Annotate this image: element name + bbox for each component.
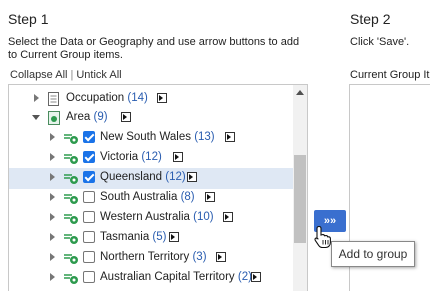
- document-icon: [48, 92, 59, 109]
- checkbox[interactable]: [83, 231, 95, 243]
- expand-arrow-icon[interactable]: [50, 153, 55, 161]
- area-label: Area: [66, 111, 91, 123]
- region-icon: [63, 131, 79, 148]
- tree-node-label: Occupation (14): [66, 92, 148, 104]
- item-count: (5): [152, 231, 167, 243]
- item-name: Queensland: [100, 171, 163, 183]
- checkbox[interactable]: [83, 131, 95, 143]
- occupation-label: Occupation: [66, 92, 125, 104]
- tree-item-label: Australian Capital Territory (2): [100, 271, 252, 283]
- step1-title: Step 1: [8, 11, 49, 27]
- occupation-count: (14): [127, 92, 148, 104]
- collapse-all-link[interactable]: Collapse All: [10, 69, 67, 81]
- item-count: (8): [180, 191, 195, 203]
- tree-item-label: Victoria (12): [100, 151, 162, 163]
- region-icon: [63, 251, 79, 268]
- tree-node-area[interactable]: Area (9): [9, 108, 293, 129]
- item-name: New South Wales: [100, 131, 191, 143]
- geography-icon: [48, 111, 60, 128]
- tree-item-label: South Australia (8): [100, 191, 195, 203]
- add-arrow-icon[interactable]: [216, 252, 226, 262]
- tree-item-label: Queensland (12): [100, 171, 186, 183]
- item-name: Northern Territory: [100, 251, 190, 263]
- link-separator: |: [70, 69, 74, 81]
- tree-item-victoria[interactable]: Victoria (12): [9, 148, 293, 169]
- tree-item-tasmania[interactable]: Tasmania (5): [9, 228, 293, 249]
- untick-all-link[interactable]: Untick All: [76, 69, 121, 81]
- expand-arrow-icon[interactable]: [50, 273, 55, 281]
- item-name: South Australia: [100, 191, 178, 203]
- item-name: Western Australia: [100, 211, 190, 223]
- checkbox[interactable]: [83, 271, 95, 283]
- add-to-group-tooltip: Add to group: [331, 241, 415, 267]
- expand-arrow-icon[interactable]: [50, 233, 55, 241]
- step1-instructions-line2: to Current Group items.: [8, 49, 123, 61]
- item-count: (12): [141, 151, 162, 163]
- add-arrow-icon[interactable]: [205, 192, 215, 202]
- add-arrow-icon[interactable]: [187, 172, 197, 182]
- expand-arrow-icon[interactable]: [50, 133, 55, 141]
- add-arrow-icon[interactable]: [173, 152, 183, 162]
- expand-arrow-icon[interactable]: [34, 94, 39, 102]
- region-icon: [63, 211, 79, 228]
- item-count: (13): [194, 131, 215, 143]
- add-arrow-icon[interactable]: [251, 272, 261, 282]
- item-count: (10): [193, 211, 214, 223]
- add-arrow-icon[interactable]: [157, 93, 167, 103]
- expand-arrow-icon[interactable]: [50, 213, 55, 221]
- item-count: (3): [192, 251, 207, 263]
- checkbox[interactable]: [83, 251, 95, 263]
- tree-toolbar: Collapse All | Untick All: [10, 69, 122, 81]
- hand-cursor-icon: [313, 225, 333, 249]
- region-icon: [63, 171, 79, 188]
- step1-instructions: Select the Data or Geography and use arr…: [8, 36, 299, 62]
- tree-item-south-australia[interactable]: South Australia (8): [9, 188, 293, 209]
- step2-instructions: Click 'Save'.: [350, 36, 410, 48]
- scrollbar-thumb[interactable]: [294, 155, 306, 243]
- data-tree-panel: Occupation (14) Area (9) New South Wales…: [8, 84, 308, 291]
- item-count: (12): [165, 171, 186, 183]
- area-count: (9): [93, 111, 108, 123]
- scroll-up-icon[interactable]: [296, 90, 304, 95]
- item-count: (2): [237, 271, 252, 283]
- checkbox[interactable]: [83, 171, 95, 183]
- checkbox[interactable]: [83, 211, 95, 223]
- tree-item-australian-capital-territory[interactable]: Australian Capital Territory (2): [9, 268, 293, 289]
- add-arrow-icon[interactable]: [169, 232, 179, 242]
- expand-arrow-icon[interactable]: [50, 173, 55, 181]
- item-name: Victoria: [100, 151, 139, 163]
- item-name: Australian Capital Territory: [100, 271, 235, 283]
- expand-arrow-icon[interactable]: [50, 193, 55, 201]
- tree-item-label: Northern Territory (3): [100, 251, 207, 263]
- step2-title: Step 2: [350, 11, 391, 27]
- checkbox[interactable]: [83, 151, 95, 163]
- add-arrow-icon[interactable]: [223, 212, 233, 222]
- region-icon: [63, 271, 79, 288]
- tree-item-western-australia[interactable]: Western Australia (10): [9, 208, 293, 229]
- step1-instructions-line1: Select the Data or Geography and use arr…: [8, 36, 300, 48]
- add-arrow-icon[interactable]: [121, 112, 131, 122]
- tree-item-label: New South Wales (13): [100, 131, 215, 143]
- tree-item-new-south-wales[interactable]: New South Wales (13): [9, 128, 293, 149]
- tree-node-occupation[interactable]: Occupation (14): [9, 89, 293, 110]
- current-group-label: Current Group It: [350, 69, 430, 81]
- region-icon: [63, 191, 79, 208]
- checkbox[interactable]: [83, 191, 95, 203]
- item-name: Tasmania: [100, 231, 150, 243]
- add-arrow-icon[interactable]: [225, 132, 235, 142]
- tree-item-queensland[interactable]: Queensland (12): [9, 168, 293, 189]
- expand-arrow-icon[interactable]: [50, 253, 55, 261]
- collapse-arrow-icon[interactable]: [32, 115, 40, 120]
- tree-item-northern-territory[interactable]: Northern Territory (3): [9, 248, 293, 269]
- tree-node-label: Area (9): [66, 111, 108, 123]
- tree-item-label: Tasmania (5): [100, 231, 166, 243]
- region-icon: [63, 231, 79, 248]
- tree-item-label: Western Australia (10): [100, 211, 214, 223]
- region-icon: [63, 151, 79, 168]
